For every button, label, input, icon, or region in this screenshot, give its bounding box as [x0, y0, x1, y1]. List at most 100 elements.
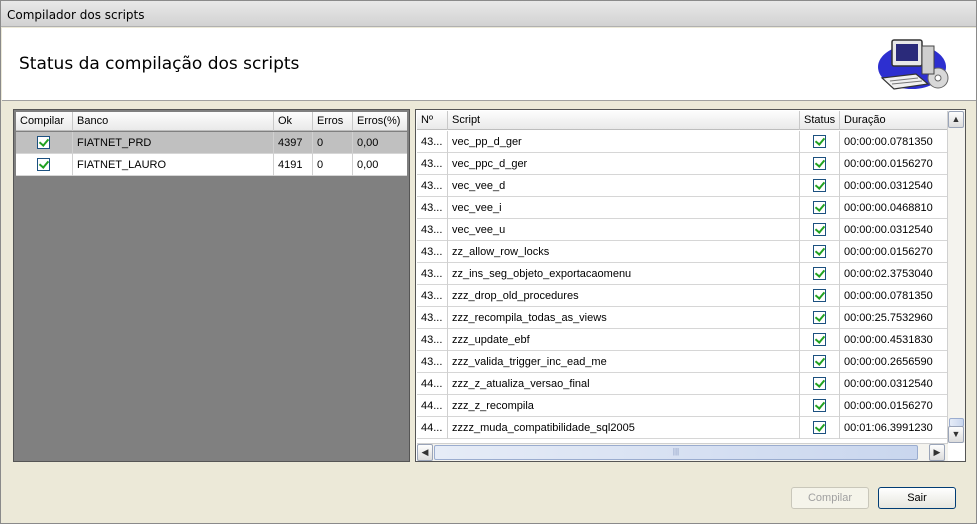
numero-cell: 43... — [421, 356, 443, 368]
script-row[interactable]: 43... zz_allow_row_locks 00:00:00.0156270 — [417, 241, 947, 263]
col-script[interactable]: Script — [447, 111, 799, 130]
numero-cell: 43... — [421, 136, 443, 148]
col-duracao[interactable]: Duração — [839, 111, 947, 130]
script-row[interactable]: 43... zzz_drop_old_procedures 00:00:00.078… — [417, 285, 947, 307]
numero-cell: 43... — [421, 334, 443, 346]
scroll-down-button[interactable]: ▼ — [948, 426, 964, 443]
scripts-header: Nº Script Status Duração — [417, 111, 947, 130]
compilar-checkbox[interactable] — [37, 136, 50, 149]
horizontal-scroll-thumb[interactable]: ||| — [434, 445, 918, 460]
erros-cell: 0 — [312, 154, 352, 176]
scroll-left-button[interactable]: ◀ — [417, 444, 433, 461]
script-row[interactable]: 43... vec_vee_d 00:00:00.0312540 — [417, 175, 947, 197]
status-checkbox — [813, 201, 826, 214]
script-name-cell: vec_vee_u — [447, 219, 799, 241]
status-checkbox — [813, 311, 826, 324]
sair-button[interactable]: Sair — [878, 487, 956, 509]
databases-panel: Compilar Banco Ok Erros Erros(%) FIATNET… — [13, 109, 410, 462]
numero-cell: 43... — [421, 224, 443, 236]
duracao-cell: 00:00:00.0781350 — [839, 285, 947, 307]
script-name-cell: vec_vee_i — [447, 197, 799, 219]
vertical-scrollbar[interactable]: ▲ ▼ — [947, 111, 965, 443]
col-banco[interactable]: Banco — [72, 112, 272, 131]
numero-cell: 43... — [421, 180, 443, 192]
compilar-button[interactable]: Compilar — [791, 487, 869, 509]
script-row[interactable]: 44... zzzz_muda_compatibilidade_sql2005 00… — [417, 417, 947, 439]
script-row[interactable]: 44... zzz_z_atualiza_versao_final 00:00:00… — [417, 373, 947, 395]
script-name-cell: vec_pp_d_ger — [447, 131, 799, 153]
script-row[interactable]: 43... vec_vee_u 00:00:00.0312540 — [417, 219, 947, 241]
scripts-panel: Nº Script Status Duração ▲ ▼ ◀ ||| ▶ 43.… — [415, 109, 966, 462]
status-cell — [799, 131, 839, 153]
col-erros[interactable]: Erros — [312, 112, 352, 131]
script-row[interactable]: 43... zzz_update_ebf 00:00:00.4531830 — [417, 329, 947, 351]
database-row[interactable]: FIATNET_PRD 4397 0 0,00 — [16, 132, 407, 154]
script-name-cell: zzzz_muda_compatibilidade_sql2005 — [447, 417, 799, 439]
ok-cell: 4397 — [273, 132, 312, 154]
col-ok[interactable]: Ok — [273, 112, 312, 131]
script-name-cell: zzz_valida_trigger_inc_ead_me — [447, 351, 799, 373]
erros-pct-cell: 0,00 — [352, 154, 407, 176]
scroll-up-button[interactable]: ▲ — [948, 111, 964, 128]
script-row[interactable]: 43... zzz_valida_trigger_inc_ead_me 00:00:… — [417, 351, 947, 373]
ok-cell: 4191 — [273, 154, 312, 176]
numero-cell: 43... — [421, 312, 443, 324]
col-compilar[interactable]: Compilar — [16, 112, 71, 131]
compilar-checkbox[interactable] — [37, 158, 50, 171]
status-checkbox — [813, 245, 826, 258]
status-checkbox — [813, 355, 826, 368]
status-checkbox — [813, 377, 826, 390]
status-checkbox — [813, 421, 826, 434]
numero-cell: 43... — [421, 246, 443, 258]
duracao-cell: 00:01:06.3991230 — [839, 417, 947, 439]
status-checkbox — [813, 399, 826, 412]
scroll-right-button[interactable]: ▶ — [929, 444, 945, 461]
status-cell — [799, 285, 839, 307]
status-cell — [799, 219, 839, 241]
col-numero[interactable]: Nº — [417, 111, 447, 130]
databases-header: Compilar Banco Ok Erros Erros(%) — [16, 112, 407, 131]
script-name-cell: vec_vee_d — [447, 175, 799, 197]
status-checkbox — [813, 179, 826, 192]
script-row[interactable]: 43... zz_ins_seg_objeto_exportacaomenu 00:… — [417, 263, 947, 285]
duracao-cell: 00:00:00.0781350 — [839, 131, 947, 153]
script-name-cell: zz_allow_row_locks — [447, 241, 799, 263]
script-row[interactable]: 43... vec_vee_i 00:00:00.0468810 — [417, 197, 947, 219]
numero-cell: 44... — [421, 378, 443, 390]
duracao-cell: 00:00:00.0312540 — [839, 219, 947, 241]
status-checkbox — [813, 333, 826, 346]
numero-cell: 43... — [421, 268, 443, 280]
duracao-cell: 00:00:00.0312540 — [839, 175, 947, 197]
script-name-cell: zzz_update_ebf — [447, 329, 799, 351]
status-cell — [799, 307, 839, 329]
page-title: Status da compilação dos scripts — [19, 54, 300, 74]
status-cell — [799, 153, 839, 175]
col-status[interactable]: Status — [799, 111, 839, 130]
script-row[interactable]: 44... zzz_z_recompila 00:00:00.0156270 — [417, 395, 947, 417]
numero-cell: 43... — [421, 158, 443, 170]
duracao-cell: 00:00:00.0468810 — [839, 197, 947, 219]
header-banner: Status da compilação dos scripts — [2, 28, 976, 101]
duracao-cell: 00:00:00.0156270 — [839, 395, 947, 417]
computer-setup-icon — [878, 39, 949, 90]
script-row[interactable]: 43... vec_pp_d_ger 00:00:00.0781350 — [417, 131, 947, 153]
duracao-cell: 00:00:00.0156270 — [839, 241, 947, 263]
script-name-cell: zz_ins_seg_objeto_exportacaomenu — [447, 263, 799, 285]
horizontal-scrollbar[interactable]: ◀ ||| ▶ — [417, 443, 948, 461]
script-name-cell: zzz_z_recompila — [447, 395, 799, 417]
title-bar: Compilador dos scripts — [1, 1, 976, 27]
script-name-cell: zzz_z_atualiza_versao_final — [447, 373, 799, 395]
status-cell — [799, 373, 839, 395]
duracao-cell: 00:00:00.0156270 — [839, 153, 947, 175]
status-cell — [799, 263, 839, 285]
numero-cell: 43... — [421, 290, 443, 302]
status-checkbox — [813, 223, 826, 236]
window-title: Compilador dos scripts — [7, 8, 145, 22]
script-row[interactable]: 43... vec_ppc_d_ger 00:00:00.0156270 — [417, 153, 947, 175]
status-cell — [799, 241, 839, 263]
col-erros-pct[interactable]: Erros(%) — [352, 112, 407, 131]
compilar-cell — [16, 154, 71, 176]
database-row[interactable]: FIATNET_LAURO 4191 0 0,00 — [16, 154, 407, 176]
script-row[interactable]: 43... zzz_recompila_todas_as_views 00:00:2… — [417, 307, 947, 329]
compilar-cell — [16, 132, 71, 154]
